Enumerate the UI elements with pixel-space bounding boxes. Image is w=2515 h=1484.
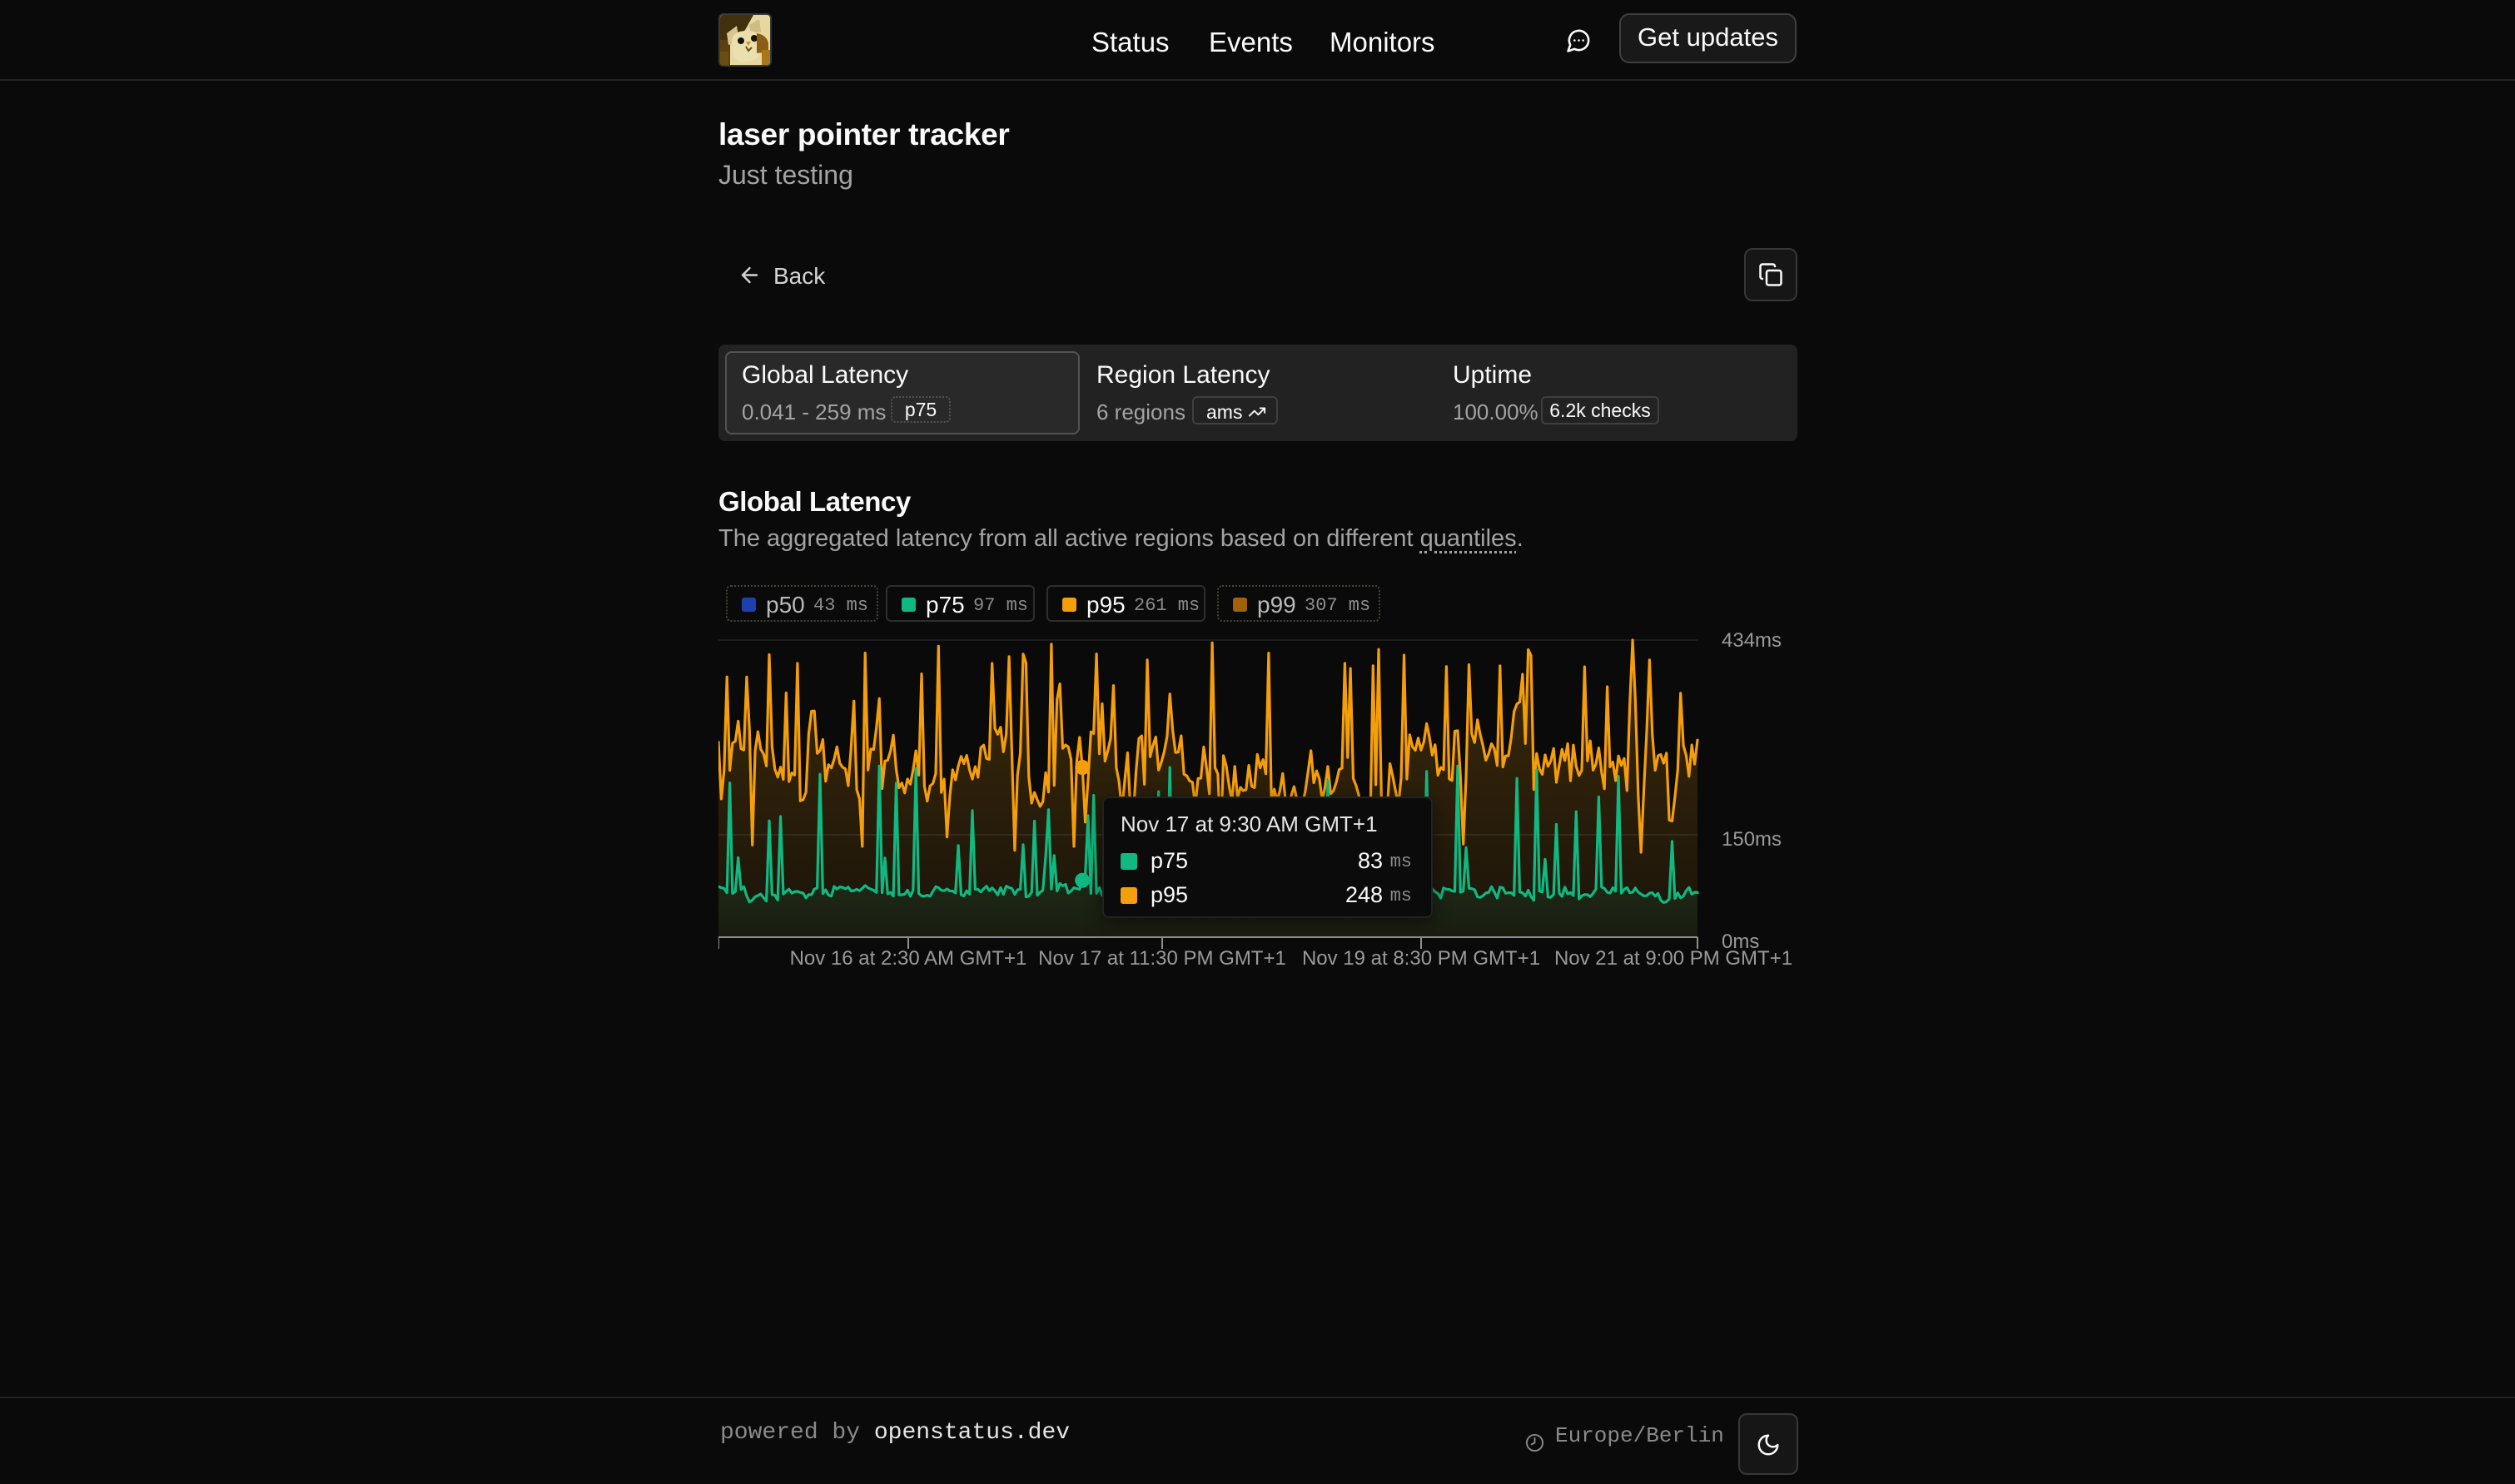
svg-text:Nov 21 at 9:00 PM GMT+1: Nov 21 at 9:00 PM GMT+1 (1554, 947, 1792, 970)
svg-text:434ms: 434ms (1722, 629, 1782, 652)
svg-text:Nov 17 at 11:30 PM GMT+1: Nov 17 at 11:30 PM GMT+1 (1038, 947, 1286, 970)
svg-text:150ms: 150ms (1722, 828, 1782, 851)
svg-text:Nov 16 at 2:30 AM GMT+1: Nov 16 at 2:30 AM GMT+1 (790, 947, 1027, 970)
svg-text:Nov 19 at 8:30 PM GMT+1: Nov 19 at 8:30 PM GMT+1 (1302, 947, 1540, 970)
